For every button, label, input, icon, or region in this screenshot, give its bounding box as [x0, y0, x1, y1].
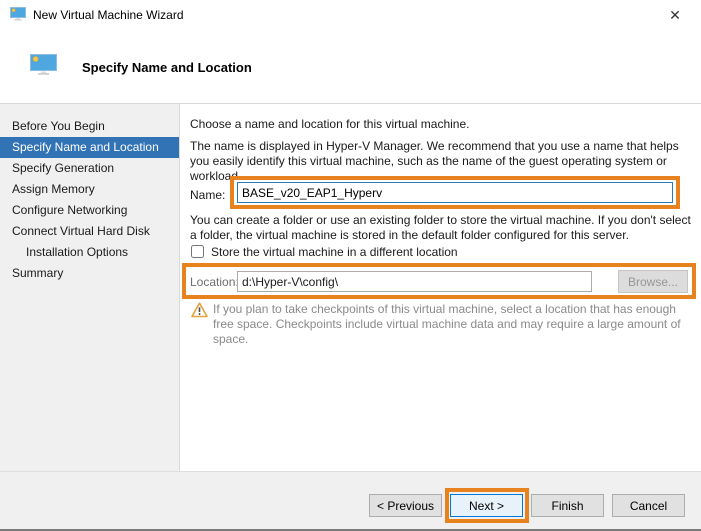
sidebar-item-configure-networking[interactable]: Configure Networking	[0, 200, 179, 221]
cancel-button[interactable]: Cancel	[612, 494, 685, 517]
sidebar-item-specify-generation[interactable]: Specify Generation	[0, 158, 179, 179]
title-bar: New Virtual Machine Wizard ✕	[0, 0, 701, 30]
wizard-content: Choose a name and location for this virt…	[190, 104, 695, 471]
different-location-checkbox-label: Store the virtual machine in a different…	[211, 245, 458, 259]
previous-button[interactable]: < Previous	[369, 494, 442, 517]
checkpoint-warning-text: If you plan to take checkpoints of this …	[213, 302, 695, 347]
vm-name-input[interactable]	[237, 182, 673, 203]
folder-help-text: You can create a folder or use an existi…	[190, 213, 695, 243]
vm-monitor-icon-large	[30, 54, 57, 79]
name-help-text: The name is displayed in Hyper-V Manager…	[190, 139, 690, 184]
intro-text: Choose a name and location for this virt…	[190, 117, 690, 132]
sidebar-item-before-you-begin[interactable]: Before You Begin	[0, 116, 179, 137]
browse-button[interactable]: Browse...	[618, 270, 688, 293]
page-title: Specify Name and Location	[82, 60, 252, 75]
sidebar-item-assign-memory[interactable]: Assign Memory	[0, 179, 179, 200]
vm-monitor-icon	[10, 7, 26, 24]
location-label: Location:	[190, 275, 239, 289]
close-icon[interactable]: ✕	[657, 0, 693, 30]
sidebar-item-installation-options[interactable]: Installation Options	[0, 242, 179, 263]
location-input[interactable]	[237, 271, 592, 292]
sidebar-item-summary[interactable]: Summary	[0, 263, 179, 284]
wizard-header: Specify Name and Location	[0, 30, 701, 103]
new-vm-wizard-window: New Virtual Machine Wizard ✕ Specify Nam…	[0, 0, 701, 531]
sidebar-item-connect-virtual-hard-disk[interactable]: Connect Virtual Hard Disk	[0, 221, 179, 242]
next-button[interactable]: Next >	[450, 494, 523, 517]
warning-triangle-icon	[191, 302, 208, 321]
wizard-steps-sidebar: Before You Begin Specify Name and Locati…	[0, 104, 180, 471]
sidebar-item-specify-name-and-location[interactable]: Specify Name and Location	[0, 137, 179, 158]
different-location-checkbox[interactable]	[191, 245, 204, 258]
finish-button[interactable]: Finish	[531, 494, 604, 517]
footer-button-bar: < Previous Next > Finish Cancel	[0, 472, 701, 529]
window-title: New Virtual Machine Wizard	[33, 8, 184, 22]
name-label: Name:	[190, 188, 225, 202]
